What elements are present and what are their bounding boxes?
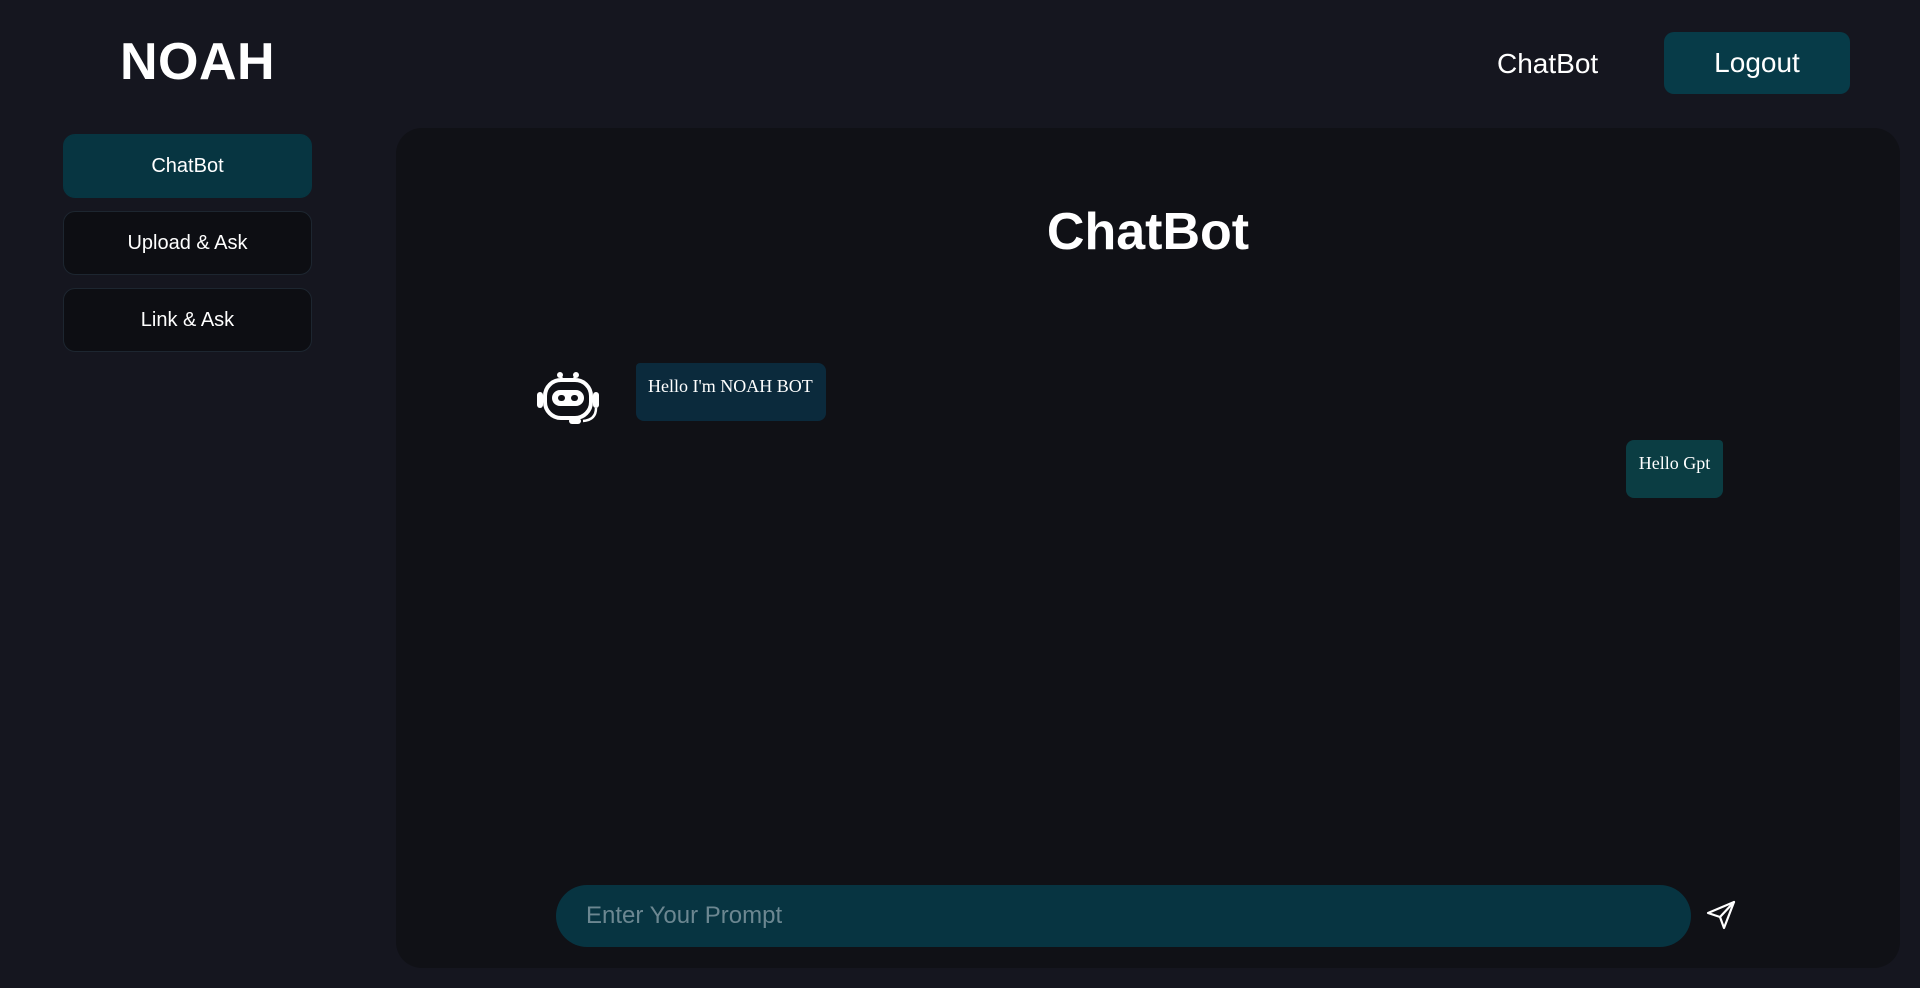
sidebar: ChatBot Upload & Ask Link & Ask: [63, 134, 313, 365]
bot-message: Hello I'm NOAH BOT: [636, 363, 826, 421]
send-button[interactable]: [1701, 896, 1741, 936]
sidebar-item-chatbot[interactable]: ChatBot: [63, 134, 312, 198]
sidebar-item-link-ask[interactable]: Link & Ask: [63, 288, 312, 352]
prompt-input[interactable]: [556, 885, 1691, 947]
brand-logo: NOAH: [120, 33, 276, 91]
robot-icon: [535, 370, 601, 426]
sidebar-item-upload-ask[interactable]: Upload & Ask: [63, 211, 312, 275]
top-header: NOAH ChatBot Logout: [0, 0, 1920, 126]
nav-link-chatbot[interactable]: ChatBot: [1497, 44, 1598, 84]
logout-button[interactable]: Logout: [1664, 32, 1850, 94]
send-icon: [1705, 899, 1737, 934]
page-title: ChatBot: [1046, 203, 1250, 261]
chat-panel: ChatBot Hello I'm NOAH BOT Hello Gpt Ent…: [396, 128, 1900, 968]
app-root: NOAH ChatBot Logout ChatBot Upload & Ask…: [0, 0, 1920, 988]
user-message: Hello Gpt: [1626, 440, 1723, 498]
